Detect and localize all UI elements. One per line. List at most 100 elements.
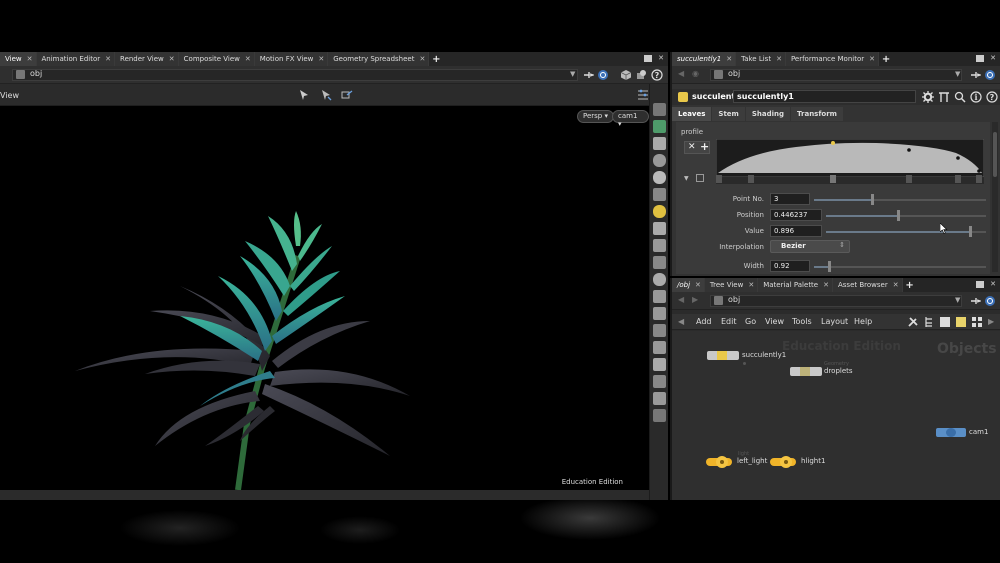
grid-view-icon[interactable] xyxy=(971,316,983,328)
object-icon[interactable] xyxy=(635,69,647,81)
brush-icon[interactable] xyxy=(653,307,666,320)
tab-obj[interactable]: /obj ✕ xyxy=(672,278,705,292)
tab-asset-browser[interactable]: Asset Browser ✕ xyxy=(832,278,903,292)
ramp-options-icon[interactable] xyxy=(696,174,704,182)
hscript-icon[interactable] xyxy=(938,91,950,103)
display-options-icon[interactable] xyxy=(637,89,649,101)
param-scrollbar[interactable] xyxy=(992,122,998,272)
close-icon[interactable]: ✕ xyxy=(776,55,782,63)
back-arrow-icon[interactable]: ◀ xyxy=(678,295,684,304)
pane-menu-icon[interactable] xyxy=(976,55,984,62)
add-tab-plus-icon[interactable]: + xyxy=(429,54,443,65)
node-network-canvas[interactable]: Education Edition Objects succulently1 G… xyxy=(672,331,1000,500)
ghost-icon[interactable] xyxy=(653,154,666,167)
cube-icon[interactable] xyxy=(620,69,632,81)
menu-help[interactable]: Help xyxy=(854,317,872,326)
3d-viewport[interactable]: Persp ▾ cam1 ▾ Education Edition xyxy=(0,106,649,490)
handle-icon[interactable] xyxy=(341,89,353,101)
close-icon[interactable]: ✕ xyxy=(726,55,732,63)
tab-scene-view[interactable]: View ✕ xyxy=(0,52,37,66)
pin-icon[interactable] xyxy=(969,295,981,307)
width-field[interactable]: 0.92 xyxy=(770,260,810,272)
frame-icon[interactable] xyxy=(653,409,666,422)
point-no-field[interactable]: 3 xyxy=(770,193,810,205)
close-icon[interactable]: ✕ xyxy=(318,55,324,63)
value-slider[interactable] xyxy=(826,226,986,237)
back-arrow-icon[interactable]: ◀ xyxy=(678,69,684,78)
value-field[interactable]: 0.896 xyxy=(770,225,822,237)
light-icon[interactable] xyxy=(653,205,666,218)
cam1-node[interactable] xyxy=(936,428,966,437)
sphere-icon[interactable] xyxy=(653,171,666,184)
close-icon[interactable]: ✕ xyxy=(869,55,875,63)
close-icon[interactable]: ✕ xyxy=(823,281,829,289)
select-arrow-icon[interactable] xyxy=(298,89,310,101)
tab-tree-view[interactable]: Tree View ✕ xyxy=(704,278,759,292)
slider-knob[interactable] xyxy=(969,226,972,237)
menu-view[interactable]: View xyxy=(765,317,784,326)
close-pane-icon[interactable]: ✕ xyxy=(658,54,664,62)
menu-go[interactable]: Go xyxy=(745,317,756,326)
profile-ramp-editor[interactable] xyxy=(716,139,984,185)
close-icon[interactable]: ✕ xyxy=(748,281,754,289)
add-tab-plus-icon[interactable]: + xyxy=(879,54,893,65)
close-pane-icon[interactable]: ✕ xyxy=(990,280,996,288)
close-icon[interactable]: ✕ xyxy=(105,55,111,63)
pencil-icon[interactable] xyxy=(653,290,666,303)
collapse-arrow-icon[interactable]: ▼ xyxy=(684,175,689,182)
lock-icon[interactable] xyxy=(653,137,666,150)
close-icon[interactable]: ✕ xyxy=(169,55,175,63)
grid-icon[interactable] xyxy=(653,375,666,388)
scrollbar-thumb[interactable] xyxy=(993,132,997,177)
left-light-node[interactable] xyxy=(706,455,736,469)
tab-shading[interactable]: Shading xyxy=(745,107,791,121)
close-icon[interactable]: ✕ xyxy=(27,55,33,63)
point-no-slider[interactable] xyxy=(814,194,986,205)
snap-icon[interactable] xyxy=(653,239,666,252)
ruler-icon[interactable] xyxy=(653,358,666,371)
vector-icon[interactable] xyxy=(653,256,666,269)
close-icon[interactable]: ✕ xyxy=(419,55,425,63)
forward-arrow-icon[interactable]: ▶ xyxy=(692,295,698,304)
width-slider[interactable] xyxy=(814,261,986,272)
add-point-plus-icon[interactable]: + xyxy=(700,140,709,153)
number-icon[interactable] xyxy=(653,324,666,337)
menu-edit[interactable]: Edit xyxy=(721,317,737,326)
tab-material-palette[interactable]: Material Palette ✕ xyxy=(758,278,833,292)
tab-take-list[interactable]: Take List ✕ xyxy=(736,52,786,66)
succulently1-node[interactable] xyxy=(707,351,739,360)
note-icon[interactable] xyxy=(939,316,951,328)
chevron-down-icon[interactable]: ▼ xyxy=(955,296,960,304)
slider-knob[interactable] xyxy=(897,210,900,221)
camera-icon[interactable] xyxy=(653,222,666,235)
pane-menu-icon[interactable] xyxy=(644,55,652,62)
close-icon[interactable]: ✕ xyxy=(695,281,701,289)
path-field[interactable] xyxy=(12,69,578,81)
tools-icon[interactable] xyxy=(907,316,919,328)
sticky-note-icon[interactable] xyxy=(955,316,967,328)
tab-leaves[interactable]: Leaves xyxy=(672,107,712,121)
add-tab-plus-icon[interactable]: + xyxy=(903,280,917,291)
chevron-down-icon[interactable]: ▼ xyxy=(570,70,575,78)
tab-succulently1[interactable]: succulently1 ✕ xyxy=(672,52,737,66)
path-field[interactable] xyxy=(710,69,962,81)
pin-icon[interactable] xyxy=(582,69,594,81)
node-name-field[interactable]: succulently1 xyxy=(733,90,916,103)
tree-icon[interactable] xyxy=(923,316,935,328)
link-icon[interactable] xyxy=(597,69,609,81)
tab-performance-monitor[interactable]: Performance Monitor ✕ xyxy=(785,52,880,66)
search-icon[interactable] xyxy=(954,91,966,103)
shading-icon[interactable] xyxy=(653,188,666,201)
transform-arrow-icon[interactable] xyxy=(320,89,332,101)
tab-render-view[interactable]: Render View ✕ xyxy=(115,52,179,66)
dot-icon[interactable] xyxy=(653,273,666,286)
node-output-dot[interactable] xyxy=(743,362,746,365)
close-icon[interactable]: ✕ xyxy=(245,55,251,63)
pin-icon[interactable] xyxy=(969,69,981,81)
position-slider[interactable] xyxy=(826,210,986,221)
gear-icon[interactable] xyxy=(922,91,934,103)
link-icon[interactable] xyxy=(984,295,996,307)
bucket-icon[interactable] xyxy=(653,341,666,354)
tab-geometry-spreadsheet[interactable]: Geometry Spreadsheet ✕ xyxy=(328,52,430,66)
hlight1-node[interactable] xyxy=(770,455,800,469)
